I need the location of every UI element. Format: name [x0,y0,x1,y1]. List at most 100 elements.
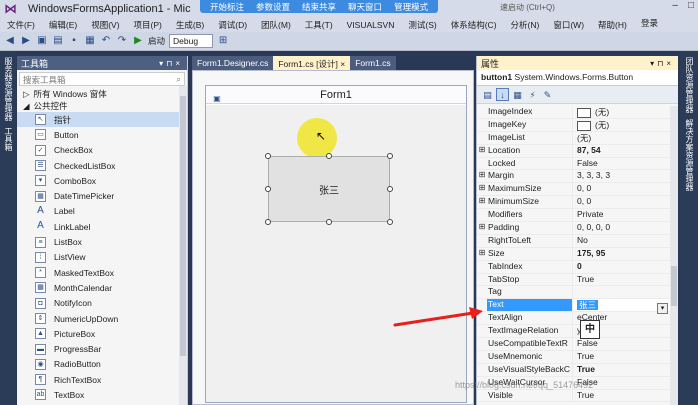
toolbox-rail-tab[interactable]: 工具箱 [3,127,14,151]
new-project-icon[interactable]: ▣ [36,35,48,47]
property-value[interactable]: (无) [572,106,671,118]
team-explorer-tab[interactable]: 团队资源管理器 [684,57,695,113]
pin-icon[interactable]: ▾⊓× [159,59,187,68]
menu-analyze[interactable]: 分析(N) [504,19,547,31]
toolbox-item-picturebox[interactable]: ▲ PictureBox [17,326,187,341]
property-row[interactable]: TabIndex 0 [477,260,671,274]
property-row[interactable]: Text 张三 [477,299,671,313]
start-debug-button[interactable]: 启动 [148,35,165,47]
start-debug-icon[interactable]: ▶ [132,35,144,47]
text-dropdown-button[interactable]: ▾ [657,303,668,314]
properties-scrollbar[interactable] [670,106,678,405]
tab-form1-cs[interactable]: Form1.cs [350,56,396,70]
resize-handle[interactable] [326,219,332,225]
property-pages-icon[interactable]: ✎ [541,88,554,101]
property-row[interactable]: ImageList (无) [477,131,671,145]
property-row[interactable]: TextImageRelationy [477,325,671,339]
text-property-editor[interactable]: 张三 [577,300,599,311]
toolbox-item-listbox[interactable]: ≡ ListBox [17,234,187,249]
toolbox-item-listview[interactable]: ⁞ ListView [17,250,187,265]
object-selector[interactable]: button1 System.Windows.Forms.Button [477,70,678,86]
save-icon[interactable]: ▪ [68,35,80,47]
property-row[interactable]: ⊞ MinimumSize 0, 0 [477,196,671,210]
toolbox-item-radiobutton[interactable]: ◉ RadioButton [17,357,187,372]
property-value[interactable]: True [572,273,671,286]
toolbox-group-all-windows-forms[interactable]: ▷ 所有 Windows 窗体 [17,88,187,100]
menu-view[interactable]: 视图(V) [84,19,126,31]
start-annotate-button[interactable]: 开始标注 [204,0,250,13]
end-share-button[interactable]: 结束共享 [296,0,342,13]
quick-launch-input[interactable]: 速启动 (Ctrl+Q) [500,2,628,13]
open-icon[interactable]: ▤ [52,35,64,47]
property-row[interactable]: ⊞ MaximumSize 0, 0 [477,183,671,197]
toolbox-item-label[interactable]: A Label [17,204,187,219]
menu-edit[interactable]: 编辑(E) [42,19,84,31]
property-value[interactable]: 175, 95 [572,247,671,260]
property-row[interactable]: ImageIndex (无) [477,106,671,119]
server-explorer-tab[interactable]: 服务器资源管理器 [3,57,14,121]
menu-architecture[interactable]: 体系结构(C) [444,19,504,31]
resize-handle[interactable] [265,153,271,159]
save-all-icon[interactable]: ▦ [84,35,96,47]
toolbox-item-numericupdown[interactable]: ⇕ NumericUpDown [17,311,187,326]
toolbox-scrollbar[interactable] [179,86,187,405]
property-row[interactable]: TextAlign eCenter [477,312,671,326]
back-icon[interactable]: ◀ [4,35,16,47]
toolbox-item-progressbar[interactable]: ▬ ProgressBar [17,341,187,356]
toolbox-search-input[interactable]: 搜索工具箱 ⌕ [19,72,185,86]
alphabetical-icon[interactable]: ↓ [496,88,509,101]
scrollbar-thumb[interactable] [180,96,186,356]
property-value[interactable]: 0 [572,260,671,273]
redo-icon[interactable]: ↷ [116,35,128,47]
property-value[interactable] [572,286,671,299]
admin-mode-button[interactable]: 管理模式 [388,0,434,13]
toolbox-item-maskedtextbox[interactable]: * MaskedTextBox [17,265,187,280]
property-value[interactable]: True [572,389,671,402]
resize-handle[interactable] [265,186,271,192]
menu-team[interactable]: 团队(M) [254,19,298,31]
minimize-button[interactable]: – [672,0,678,11]
menu-window[interactable]: 窗口(W) [546,19,591,31]
property-row[interactable]: TabStop True [477,273,671,287]
toolbox-item-linklabel[interactable]: A LinkLabel [17,219,187,234]
menu-tools[interactable]: 工具(T) [298,19,340,31]
property-row[interactable]: ⊞ Size 175, 95 [477,247,671,261]
toolbox-item-button[interactable]: ▭ Button [17,127,187,142]
expand-icon[interactable]: ⊞ [477,196,487,208]
toolbox-item-pointer[interactable]: ↖ 指针 [17,112,187,128]
toolbox-item-checkedlistbox[interactable]: ☰ CheckedListBox [17,158,187,173]
settings-button[interactable]: 参数设置 [250,0,296,13]
property-row[interactable]: Visible True [477,389,671,403]
menu-help[interactable]: 帮助(H) [591,19,634,31]
menu-build[interactable]: 生成(B) [169,19,211,31]
menu-file[interactable]: 文件(F) [0,19,42,31]
menu-debug[interactable]: 调试(D) [211,19,254,31]
forward-icon[interactable]: ▶ [20,35,32,47]
property-row[interactable]: ⊞ Padding 0, 0, 0, 0 [477,222,671,235]
tab-form1-design[interactable]: Form1.cs [设计] × [273,56,351,70]
pin-icon[interactable]: ▾⊓× [650,59,678,68]
property-row[interactable]: Tag [477,286,671,300]
form1-client-area[interactable]: ↖ 张三 [206,105,466,402]
expand-icon[interactable]: ⊞ [477,145,487,157]
ime-indicator[interactable]: 中 [580,320,600,339]
solution-config-select[interactable]: Debug [169,34,214,48]
property-value[interactable]: (无) [572,118,671,131]
property-row[interactable]: Modifiers Private [477,209,671,223]
property-value[interactable]: False [572,338,671,350]
property-row[interactable]: UseMnemonic True [477,350,671,364]
property-value[interactable]: 0, 0, 0, 0 [572,222,671,234]
property-value[interactable]: (无) [572,131,671,144]
property-row[interactable]: Locked False [477,157,671,171]
align-icon[interactable]: ⊞ [217,35,229,47]
maximize-button[interactable]: □ [688,0,694,11]
undo-icon[interactable]: ↶ [100,35,112,47]
property-row[interactable]: ⊞ Location 87, 54 [477,144,671,158]
toolbox-item-textbox[interactable]: ab TextBox [17,387,187,402]
solution-explorer-tab[interactable]: 解决方案资源管理器 [684,119,695,191]
scrollbar-thumb[interactable] [671,266,677,306]
properties-icon[interactable]: ▦ [511,88,524,101]
tab-form1-designer-cs[interactable]: Form1.Designer.cs [192,56,274,70]
property-value[interactable]: 3, 3, 3, 3 [572,170,671,183]
expand-icon[interactable]: ⊞ [477,183,487,195]
